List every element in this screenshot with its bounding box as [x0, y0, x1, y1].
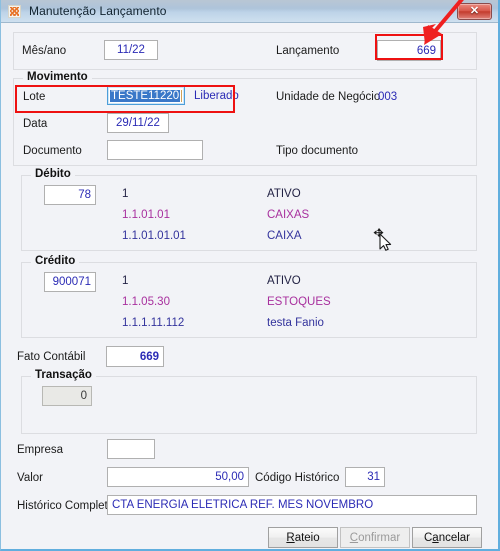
unidade-negocio-label: Unidade de Negócio — [276, 91, 381, 103]
transacao-caption: Transação — [31, 369, 96, 381]
close-button[interactable]: ✕ — [457, 3, 492, 20]
account-desc: CAIXA — [267, 230, 302, 242]
text-caret — [181, 89, 182, 102]
codigo-historico-label: Código Histórico — [255, 472, 340, 484]
transacao-group: Transação 0 — [21, 369, 477, 434]
title-bar[interactable]: Manutenção Lançamento ✕ — [1, 0, 498, 23]
mes-ano-label: Mês/ano — [22, 45, 67, 57]
account-desc: ESTOQUES — [267, 296, 331, 308]
confirmar-button: Confirmar — [340, 527, 410, 548]
confirmar-button-label: Confirmar — [349, 531, 401, 544]
credito-caption: Crédito — [31, 255, 80, 267]
cancelar-button[interactable]: Cancelar — [412, 527, 482, 548]
accel-letter: R — [286, 531, 295, 544]
header-panel: Mês/ano 11/22 Lançamento 669 — [13, 32, 477, 70]
window-title: Manutenção Lançamento — [29, 4, 167, 18]
credito-value-input[interactable]: 900071 — [44, 272, 96, 292]
fato-contabil-input[interactable]: 669 — [106, 346, 164, 367]
account-desc: testa Fanio — [267, 317, 324, 329]
tipo-documento-label: Tipo documento — [276, 145, 359, 157]
debito-value-input[interactable]: 78 — [44, 185, 96, 205]
account-code: 1.1.1.11.112 — [122, 317, 185, 329]
cancelar-button-label: Cancelar — [423, 531, 471, 544]
accel-letter: C — [349, 531, 359, 544]
debito-group: Débito 78 1 ATIVO 1.1.01.01 CAIXAS 1.1.0… — [21, 168, 477, 251]
account-code: 1 — [122, 275, 129, 287]
account-code: 1.1.01.01.01 — [122, 230, 186, 242]
unidade-negocio-value: 003 — [378, 91, 398, 103]
lote-input[interactable]: TESTE11220 — [107, 86, 185, 105]
dialog-window: Manutenção Lançamento ✕ Mês/ano 11/22 La… — [0, 0, 500, 551]
documento-label: Documento — [23, 145, 82, 157]
account-code: 1.1.01.01 — [122, 209, 170, 221]
mes-ano-input[interactable]: 11/22 — [104, 40, 158, 60]
valor-input[interactable]: 50,00 — [107, 467, 249, 487]
historico-completo-label: Histórico Completo — [17, 500, 115, 512]
rateio-button[interactable]: Rateio — [268, 527, 338, 548]
client-area: Mês/ano 11/22 Lançamento 669 Movimento L… — [1, 23, 498, 549]
documento-input[interactable] — [107, 140, 203, 160]
credito-group: Crédito 900071 1 ATIVO 1.1.05.30 ESTOQUE… — [21, 255, 477, 338]
movimento-group: Movimento Lote TESTE11220 Liberado Unida… — [13, 71, 477, 166]
account-desc: ATIVO — [267, 275, 301, 287]
valor-label: Valor — [17, 472, 43, 484]
codigo-historico-input[interactable]: 31 — [345, 467, 385, 487]
data-label: Data — [23, 118, 48, 130]
account-code: 1.1.05.30 — [122, 296, 170, 308]
debito-caption: Débito — [31, 168, 75, 180]
lote-status: Liberado — [194, 90, 239, 102]
rateio-button-label: Rateio — [286, 531, 320, 544]
account-desc: CAIXAS — [267, 209, 310, 221]
data-input[interactable]: 29/11/22 — [107, 113, 169, 133]
movimento-caption: Movimento — [23, 71, 92, 83]
lote-label: Lote — [23, 91, 46, 103]
lote-selected-text: TESTE11220 — [110, 89, 181, 102]
mouse-cursor — [373, 228, 392, 251]
lancamento-input[interactable]: 669 — [377, 40, 441, 61]
empresa-label: Empresa — [17, 444, 64, 456]
app-icon — [8, 4, 21, 18]
historico-completo-input[interactable]: CTA ENERGIA ELETRICA REF. MES NOVEMBRO — [107, 495, 477, 515]
empresa-input[interactable] — [107, 439, 155, 459]
close-icon: ✕ — [469, 5, 480, 17]
account-desc: ATIVO — [267, 188, 301, 200]
account-code: 1 — [122, 188, 129, 200]
transacao-input: 0 — [42, 386, 92, 406]
fato-contabil-label: Fato Contábil — [17, 351, 86, 363]
lancamento-label: Lançamento — [276, 45, 340, 57]
